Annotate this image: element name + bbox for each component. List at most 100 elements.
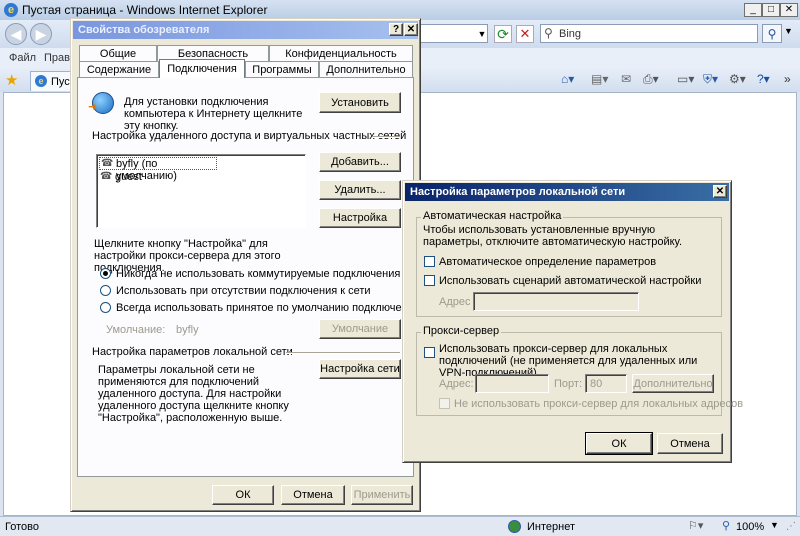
- internet-options-close-button[interactable]: ✕: [404, 23, 418, 36]
- ok-button[interactable]: ОК: [212, 485, 274, 505]
- auto-script-label[interactable]: Использовать сценарий автоматической нас…: [439, 275, 701, 287]
- setup-text: Для установки подключения компьютера к И…: [124, 96, 303, 132]
- back-icon[interactable]: ◀: [5, 23, 27, 45]
- lan-cancel-button[interactable]: Отмена: [657, 433, 723, 454]
- mail-icon[interactable]: ✉: [621, 72, 631, 86]
- add-button[interactable]: Добавить...: [319, 152, 401, 172]
- network-arrow-icon: ➜: [88, 101, 98, 113]
- list-item[interactable]: ☎ guest: [99, 171, 217, 184]
- cancel-button[interactable]: Отмена: [281, 485, 345, 505]
- lan-ok-button[interactable]: ОК: [585, 432, 653, 455]
- tools-gear-icon[interactable]: ⚙▾: [729, 72, 746, 86]
- close-button[interactable]: ✕: [780, 3, 798, 17]
- radio-never-dial-label[interactable]: Никогда не использовать коммутируемые по…: [116, 268, 400, 280]
- proxy-advanced-button[interactable]: Дополнительно: [632, 374, 714, 393]
- phone-icon: ☎: [100, 171, 113, 182]
- tab-programs-label: Программы: [252, 63, 312, 76]
- favorites-star-icon[interactable]: ★: [5, 71, 18, 89]
- feeds-icon[interactable]: ▤▾: [591, 72, 608, 86]
- refresh-icon[interactable]: ⟳: [494, 25, 512, 43]
- lan-section-label: Настройка параметров локальной сети: [92, 346, 293, 358]
- lan-settings-button-label: Настройка сети: [320, 363, 400, 375]
- setup-button-label: Установить: [331, 96, 389, 109]
- zoom-dropdown-icon[interactable]: ▼: [770, 520, 779, 530]
- use-proxy-checkbox[interactable]: [424, 347, 435, 358]
- stop-icon[interactable]: ✕: [516, 25, 534, 43]
- tab-content[interactable]: Содержание: [79, 61, 159, 77]
- auto-script-address-input[interactable]: [473, 292, 639, 311]
- list-item[interactable]: ☎ byfly (по умолчанию): [99, 157, 217, 182]
- internet-options-title: Свойства обозревателя: [78, 24, 210, 36]
- auto-detect-label[interactable]: Автоматическое определение параметров: [439, 256, 656, 268]
- tab-privacy[interactable]: Конфиденциальность: [269, 45, 413, 61]
- radio-never-dial[interactable]: [100, 268, 111, 279]
- status-text: Готово: [5, 521, 39, 533]
- resize-grip-icon[interactable]: ⋰: [786, 521, 796, 532]
- tab-programs[interactable]: Программы: [245, 61, 319, 77]
- radio-dial-when-no-network[interactable]: [100, 285, 111, 296]
- dialup-section-separator: [372, 136, 400, 138]
- proxy-address-input[interactable]: [475, 374, 549, 393]
- remove-button[interactable]: Удалить...: [319, 180, 401, 200]
- print-icon[interactable]: ⎙▾: [643, 72, 659, 87]
- search-options-icon[interactable]: ▼: [784, 26, 793, 36]
- default-label: Умолчание:: [106, 324, 166, 336]
- tab-content-label: Содержание: [86, 63, 152, 76]
- browser-title-bar: e Пустая страница - Windows Internet Exp…: [0, 0, 800, 20]
- tab-advanced-label: Дополнительно: [326, 63, 406, 76]
- maximize-button[interactable]: □: [762, 3, 780, 17]
- apply-button[interactable]: Применить: [351, 485, 413, 505]
- tab-connections-label: Подключения: [167, 63, 237, 75]
- connections-list[interactable]: ☎ byfly (по умолчанию) ☎ guest: [96, 154, 306, 228]
- help-icon[interactable]: ?▾: [757, 72, 770, 86]
- tab-general-label: Общие: [99, 47, 137, 60]
- lan-cancel-button-label: Отмена: [670, 437, 710, 450]
- radio-always-dial-default-label[interactable]: Всегда использовать принятое по умолчани…: [116, 302, 420, 314]
- ok-button-label: ОК: [235, 489, 251, 501]
- bypass-local-checkbox[interactable]: [439, 398, 450, 409]
- internet-options-title-bar: Свойства обозревателя: [73, 21, 418, 39]
- cancel-button-label: Отмена: [293, 489, 333, 501]
- internet-options-help-button[interactable]: ?: [389, 23, 403, 36]
- more-icon[interactable]: »: [784, 72, 791, 86]
- bypass-local-label[interactable]: Не использовать прокси-сервер для локаль…: [454, 398, 743, 410]
- phone-icon: ☎: [101, 158, 114, 169]
- add-button-label: Добавить...: [331, 156, 389, 168]
- lan-section-separator: [286, 352, 400, 354]
- setup-button[interactable]: Установить: [319, 92, 401, 113]
- protected-mode-icon[interactable]: ⚐▾: [688, 519, 703, 532]
- address-dropdown-icon[interactable]: ▼: [476, 26, 488, 41]
- proxy-advanced-button-label: Дополнительно: [633, 377, 713, 390]
- tab-security-label: Безопасность: [177, 47, 249, 60]
- zoom-text[interactable]: 100%: [736, 521, 764, 533]
- radio-dial-when-no-network-label[interactable]: Использовать при отсутствии подключения …: [116, 285, 371, 297]
- search-go-icon[interactable]: ⚲: [762, 24, 782, 43]
- safety-icon[interactable]: ⛨▾: [703, 72, 718, 87]
- port-input[interactable]: 80: [585, 374, 627, 393]
- menu-file[interactable]: Файл: [9, 52, 36, 64]
- home-icon[interactable]: ⌂▾: [561, 72, 574, 86]
- tab-connections[interactable]: Подключения: [159, 59, 245, 78]
- lan-dialog-title: Настройка параметров локальной сети: [410, 186, 626, 198]
- forward-icon[interactable]: ▶: [30, 23, 52, 45]
- status-bar: Готово Интернет ⚐▾ ⚲ 100% ▼ ⋰: [0, 516, 800, 536]
- port-value: 80: [590, 378, 603, 390]
- search-icon: ⚲: [544, 26, 553, 40]
- settings-button[interactable]: Настройка: [319, 208, 401, 228]
- tab-general[interactable]: Общие: [79, 45, 157, 61]
- page-menu-icon[interactable]: ▭▾: [677, 72, 694, 86]
- minimize-button[interactable]: _: [744, 3, 762, 17]
- radio-always-dial-default[interactable]: [100, 302, 111, 313]
- lan-dialog-close-button[interactable]: ✕: [713, 185, 727, 198]
- auto-detect-checkbox[interactable]: [424, 256, 435, 267]
- lan-settings-dialog: Настройка параметров локальной сети ✕ Ав…: [402, 180, 743, 463]
- default-button[interactable]: Умолчание: [319, 319, 401, 339]
- tab-advanced[interactable]: Дополнительно: [319, 61, 413, 77]
- zoom-icon[interactable]: ⚲: [722, 519, 730, 532]
- tab-privacy-label: Конфиденциальность: [285, 47, 397, 60]
- search-box[interactable]: ⚲ Bing: [540, 24, 758, 43]
- auto-script-checkbox[interactable]: [424, 275, 435, 286]
- lan-settings-button[interactable]: Настройка сети: [319, 359, 401, 379]
- apply-button-label: Применить: [353, 489, 411, 501]
- default-value: byfly: [176, 324, 199, 336]
